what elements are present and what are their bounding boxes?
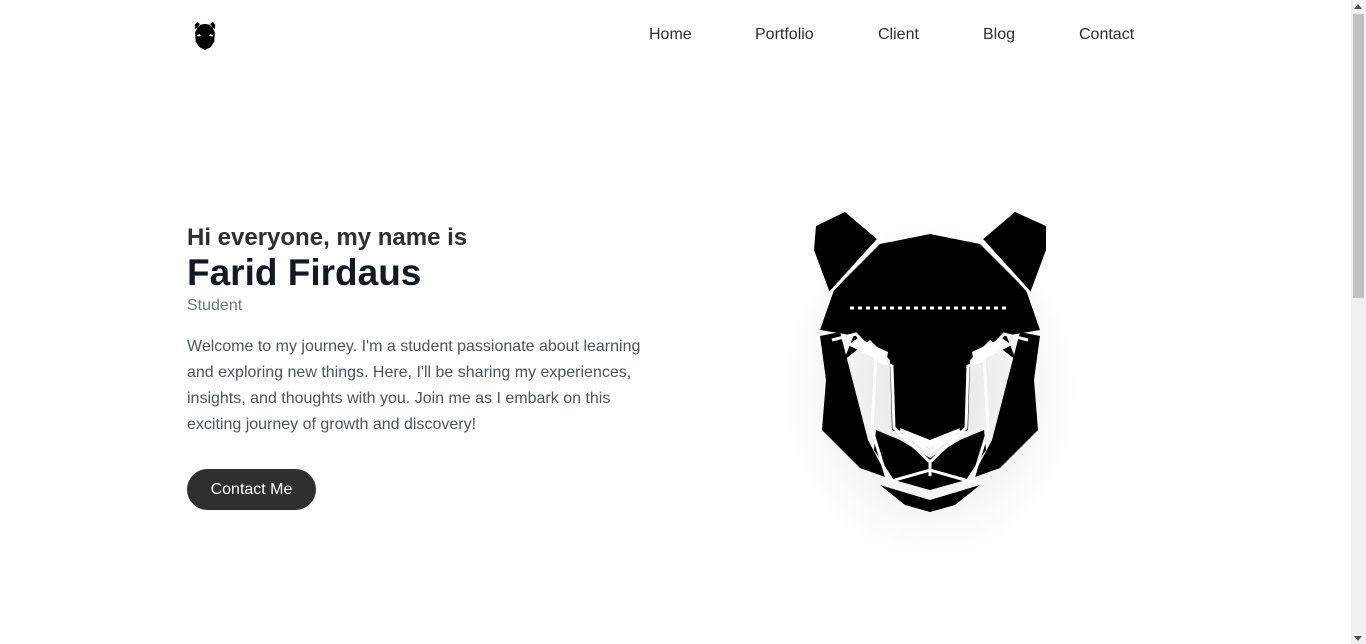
hero-greeting: Hi everyone, my name is [187, 224, 468, 251]
nav-client-link[interactable]: Client [878, 26, 919, 44]
scrollbar-thumb[interactable] [1353, 14, 1364, 298]
scroll-up-icon[interactable] [1354, 4, 1362, 9]
nav-blog-link[interactable]: Blog [983, 26, 1015, 44]
nav-portfolio-link[interactable]: Portfolio [755, 26, 814, 44]
hero-name: Farid Firdaus [187, 252, 422, 293]
nav-home-link[interactable]: Home [649, 26, 692, 44]
main-nav: Home Portfolio Client Blog Contact [0, 26, 1351, 46]
page: Home Portfolio Client Blog Contact Hi ev… [0, 0, 1351, 644]
hero-intro: Welcome to my journey. I'm a student pas… [187, 338, 641, 433]
panther-head-illustration [760, 190, 1100, 560]
panther-head-icon [814, 212, 1046, 512]
contact-me-button[interactable]: Contact Me [187, 469, 316, 510]
scroll-down-icon[interactable] [1354, 636, 1362, 641]
hero-role: Student [187, 297, 243, 314]
page-scrollbar[interactable] [1351, 0, 1366, 644]
nav-contact-link[interactable]: Contact [1079, 26, 1134, 44]
